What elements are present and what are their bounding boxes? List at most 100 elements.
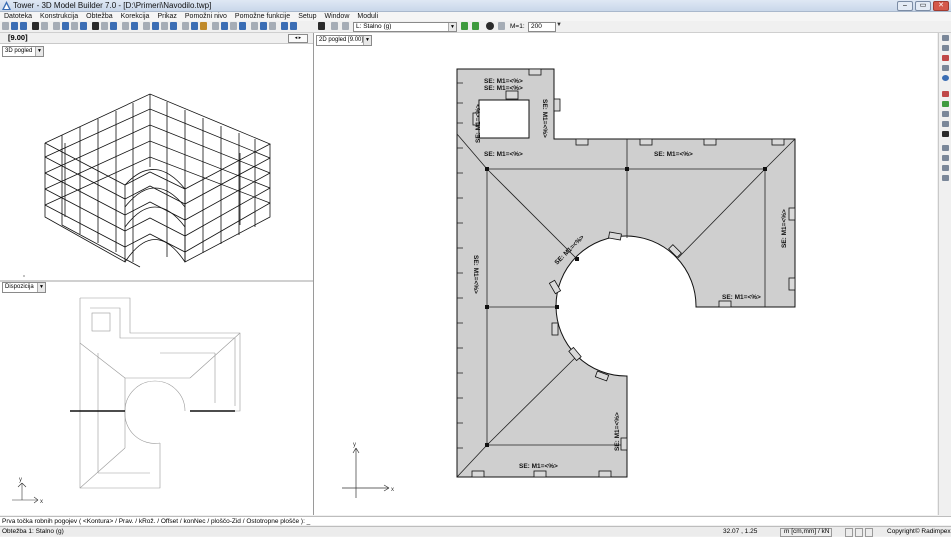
window-title: Tower - 3D Model Builder 7.0 - [D:\Prime… bbox=[13, 1, 212, 10]
load-case-icon[interactable] bbox=[318, 22, 325, 30]
view-3d-icon[interactable] bbox=[230, 22, 237, 30]
load-label-left-vertical: SE: M1=<%> bbox=[475, 104, 482, 143]
move-icon[interactable] bbox=[143, 22, 150, 30]
panel-splitter[interactable] bbox=[0, 280, 313, 282]
fit-view-icon[interactable] bbox=[498, 22, 505, 30]
line-tool-icon[interactable] bbox=[53, 22, 60, 30]
beam-tool-icon[interactable] bbox=[62, 22, 69, 30]
load-label-opening-vertical: SE: M1=<%> bbox=[541, 99, 548, 138]
refresh-icon[interactable] bbox=[942, 101, 949, 107]
delete-icon[interactable] bbox=[942, 55, 949, 61]
status-toggle-1[interactable] bbox=[845, 528, 853, 537]
rotate-icon[interactable] bbox=[152, 22, 159, 30]
load-label-upper-middle: SE: M1=<%> bbox=[654, 151, 693, 158]
spread-icon[interactable] bbox=[942, 165, 949, 171]
disposition-view[interactable]: x y bbox=[0, 293, 313, 515]
pan-icon[interactable] bbox=[191, 22, 198, 30]
save-icon[interactable] bbox=[20, 22, 27, 30]
panel-nav-button[interactable]: ◂ ▸ bbox=[288, 34, 308, 43]
menu-konstrukcija[interactable]: Konstrukcija bbox=[36, 12, 82, 21]
chevron-down-icon: ▼ bbox=[35, 47, 43, 56]
hand-icon[interactable] bbox=[942, 131, 949, 137]
new-file-icon[interactable] bbox=[2, 22, 9, 30]
column-tool-icon[interactable] bbox=[71, 22, 78, 30]
load-case-value: L: Stalno (g) bbox=[356, 23, 392, 30]
support-tool-icon[interactable] bbox=[101, 22, 108, 30]
model-3d-view[interactable] bbox=[0, 57, 313, 277]
open-file-icon[interactable] bbox=[11, 22, 18, 30]
load-label-bottom: SE: M1=<%> bbox=[519, 463, 558, 470]
load-edit-icon[interactable] bbox=[472, 22, 479, 30]
zoom-icon[interactable] bbox=[182, 22, 189, 30]
load-prev-icon[interactable] bbox=[331, 22, 338, 30]
load-next-icon[interactable] bbox=[342, 22, 349, 30]
angle-icon[interactable] bbox=[942, 45, 949, 51]
grid-icon[interactable] bbox=[942, 145, 949, 151]
mirror-icon[interactable] bbox=[161, 22, 168, 30]
close-button[interactable]: ✕ bbox=[933, 1, 949, 11]
view-3d-select[interactable]: 3D pogled ▼ bbox=[2, 46, 44, 57]
dimension-icon[interactable] bbox=[942, 35, 949, 41]
view-2d-icon[interactable] bbox=[239, 22, 246, 30]
scale-select[interactable]: 200 bbox=[528, 22, 556, 32]
dimension-tool-icon[interactable] bbox=[122, 22, 129, 30]
stack-icon[interactable] bbox=[942, 175, 949, 181]
info-icon[interactable] bbox=[260, 22, 267, 30]
highlight-icon[interactable] bbox=[942, 91, 949, 97]
level-coordinate: [9.00] bbox=[8, 33, 28, 42]
menu-datoteka[interactable]: Datoteka bbox=[0, 12, 36, 21]
scale-chevron-down-icon[interactable]: ▼ bbox=[556, 22, 563, 30]
load-case-select[interactable]: L: Stalno (g) ▼ bbox=[353, 22, 457, 32]
disposition-select[interactable]: Dispozicija ▼ bbox=[2, 282, 46, 293]
load-add-icon[interactable] bbox=[461, 22, 468, 30]
load-label-top-2: SE: M1=<%> bbox=[484, 85, 523, 92]
scale-label: M=1: bbox=[510, 23, 525, 30]
toolbar: L: Stalno (g) ▼ M=1: 200 ▼ bbox=[0, 21, 951, 33]
measure-icon[interactable] bbox=[251, 22, 258, 30]
menu-setup[interactable]: Setup bbox=[294, 12, 320, 21]
node-tool-icon[interactable] bbox=[131, 22, 138, 30]
print-icon[interactable] bbox=[32, 22, 39, 30]
fill-icon[interactable] bbox=[200, 22, 207, 30]
wall-tool-icon[interactable] bbox=[80, 22, 87, 30]
arrow-icon[interactable] bbox=[942, 111, 949, 117]
copy-icon[interactable] bbox=[41, 22, 48, 30]
slab-tool-icon[interactable] bbox=[92, 22, 99, 30]
info-circle-icon[interactable] bbox=[942, 75, 949, 81]
curve-icon[interactable] bbox=[942, 121, 949, 127]
main-2d-view[interactable]: 2D pogled [9.00] ▼ SE: M1=<%> SE: M1=<%>… bbox=[314, 33, 937, 515]
load-tool-icon[interactable] bbox=[110, 22, 117, 30]
maximize-button[interactable]: ▭ bbox=[915, 1, 931, 11]
status-toggle-3[interactable] bbox=[865, 528, 873, 537]
load-label-upper-left: SE: M1=<%> bbox=[484, 151, 523, 158]
view-3d-select-value: 3D pogled bbox=[5, 48, 33, 54]
scale-icon[interactable] bbox=[170, 22, 177, 30]
layer-icon[interactable] bbox=[212, 22, 219, 30]
menu-moduli[interactable]: Moduli bbox=[353, 12, 382, 21]
menu-korekcija[interactable]: Korekcija bbox=[117, 12, 154, 21]
section-icon[interactable] bbox=[269, 22, 276, 30]
menu-obtezba[interactable]: Obtežba bbox=[82, 12, 116, 21]
slab-opening[interactable] bbox=[478, 99, 530, 139]
status-toggle-2[interactable] bbox=[855, 528, 863, 537]
level-icon[interactable] bbox=[221, 22, 228, 30]
floor-plan[interactable]: SE: M1=<%> SE: M1=<%> SE: M1=<%> SE: M1=… bbox=[314, 33, 937, 515]
command-line[interactable]: Prva točka robnih pogojev ( <Kontura> / … bbox=[0, 516, 951, 525]
menu-pomozne-funkcije[interactable]: Pomožne funkcije bbox=[231, 12, 294, 21]
contrast-icon[interactable] bbox=[486, 22, 494, 30]
menu-pomozni-nivo[interactable]: Pomožni nivo bbox=[181, 12, 231, 21]
menu-prikaz[interactable]: Prikaz bbox=[153, 12, 180, 21]
load-label-top: SE: M1=<%> bbox=[484, 78, 523, 85]
undo-icon[interactable] bbox=[281, 22, 288, 30]
left-panel-header: [9.00] ◂ ▸ bbox=[0, 33, 313, 44]
minimize-button[interactable]: – bbox=[897, 1, 913, 11]
snap-icon[interactable] bbox=[942, 65, 949, 71]
align-icon[interactable] bbox=[942, 155, 949, 161]
menu-window[interactable]: Window bbox=[320, 12, 353, 21]
title-bar: Tower - 3D Model Builder 7.0 - [D:\Prime… bbox=[0, 0, 951, 12]
left-axis-y-label: y bbox=[19, 477, 22, 483]
load-label-right-bottom: SE: M1=<%> bbox=[722, 294, 761, 301]
load-label-right-vertical: SE: M1=<%> bbox=[781, 209, 788, 248]
redo-icon[interactable] bbox=[290, 22, 297, 30]
left-panel: [9.00] ◂ ▸ 3D pogled ▼ Dispozicija ▼ x y bbox=[0, 33, 314, 515]
